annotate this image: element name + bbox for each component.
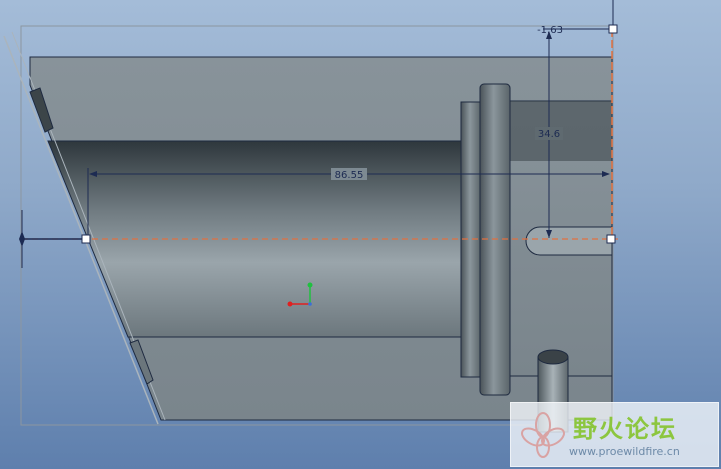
pin-boss-top[interactable]	[537, 349, 569, 365]
dim-height-label[interactable]: 34.6	[538, 129, 560, 140]
dim-length-label[interactable]: 86.55	[335, 170, 364, 181]
watermark-url: www.proewildfire.cn	[569, 445, 680, 458]
sketch-vertex-right[interactable]	[606, 234, 616, 244]
left-ref-arrow-up	[19, 231, 25, 239]
left-ref-arrow-down	[19, 239, 25, 247]
sketch-vertex-top[interactable]	[608, 24, 618, 34]
cad-viewport[interactable]: 86.55 34.6 -1.63	[0, 0, 721, 469]
watermark: 野火论坛 www.proewildfire.cn	[510, 402, 719, 467]
slot-feature[interactable]	[525, 226, 613, 256]
flower-logo-icon	[521, 412, 565, 458]
sketch-vertex-left[interactable]	[81, 234, 91, 244]
watermark-title: 野火论坛	[573, 415, 677, 443]
dim-offset-label[interactable]: -1.63	[537, 25, 563, 36]
